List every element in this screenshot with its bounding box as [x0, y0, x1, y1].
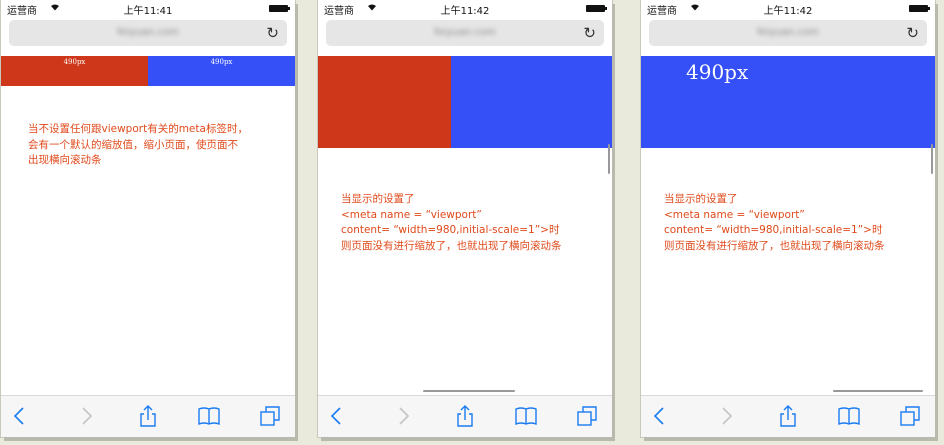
battery-icon	[909, 5, 930, 12]
red-block-label: 490px	[63, 58, 86, 66]
reload-icon[interactable]: ↻	[266, 24, 279, 42]
note-line: content= “width=980,initial-scale=1”>时	[664, 224, 883, 236]
forward-arrow-icon[interactable]	[75, 405, 97, 427]
vertical-scrollbar[interactable]	[608, 144, 610, 174]
forward-arrow-icon[interactable]	[392, 405, 414, 427]
address-bar[interactable]: feiyuan.com ↻	[326, 20, 604, 46]
note-line: content= “width=980,initial-scale=1”>时	[341, 224, 560, 236]
tabs-icon[interactable]	[899, 405, 921, 427]
browser-toolbar	[1, 395, 295, 437]
reload-icon[interactable]: ↻	[906, 24, 919, 42]
url-text[interactable]: feiyuan.com	[326, 27, 604, 38]
battery-icon	[269, 5, 290, 12]
note-line: 会有一个默认的缩放值，缩小页面，使页面不	[28, 138, 238, 151]
tabs-icon[interactable]	[259, 405, 281, 427]
status-bar: 运营商 上午11:41	[1, 0, 295, 17]
blue-block	[451, 56, 612, 148]
battery-icon	[586, 5, 607, 12]
status-bar: 运营商 上午11:42	[641, 0, 935, 17]
bookmarks-icon[interactable]	[198, 405, 220, 427]
note-text: 当显示的设置了 <meta name = “viewport” content=…	[664, 192, 885, 254]
blue-block: 490px	[641, 56, 935, 148]
note-text: 当不设置任何跟viewport有关的meta标签时， 会有一个默认的缩放值，缩小…	[28, 122, 248, 169]
page-viewport: 490px 490px 当不设置任何跟viewport有关的meta标签时， 会…	[1, 56, 295, 396]
phone-screen-1: 运营商 上午11:41 feiyuan.com ↻ 490px 490px 当不…	[1, 0, 295, 437]
url-text[interactable]: feiyuan.com	[649, 27, 927, 38]
note-line: <meta name = “viewport”	[341, 208, 482, 221]
bookmarks-icon[interactable]	[838, 405, 860, 427]
back-arrow-icon[interactable]	[9, 405, 31, 427]
phone-screen-3: 运营商 上午11:42 feiyuan.com ↻ 490px 当显示的设置了 …	[641, 0, 935, 437]
color-bar: 490px	[641, 56, 935, 148]
vertical-scrollbar[interactable]	[931, 144, 933, 174]
bookmarks-icon[interactable]	[515, 405, 537, 427]
note-line: 当显示的设置了	[664, 193, 738, 205]
status-time: 上午11:42	[440, 6, 490, 17]
url-text[interactable]: feiyuan.com	[9, 27, 287, 38]
browser-toolbar	[318, 395, 612, 437]
note-line: 当不设置任何跟viewport有关的meta标签时，	[28, 123, 248, 135]
red-block: 490px	[1, 56, 148, 86]
blue-block-label: 490px	[686, 60, 749, 84]
red-block	[318, 56, 451, 148]
horizontal-scrollbar[interactable]	[833, 390, 923, 392]
note-line: 出现横向滚动条	[28, 154, 102, 166]
note-line: <meta name = “viewport”	[664, 208, 805, 221]
page-viewport: 当显示的设置了 <meta name = “viewport” content=…	[318, 56, 612, 396]
color-bar: 490px 490px	[1, 56, 295, 86]
status-time: 上午11:41	[123, 6, 173, 17]
address-bar[interactable]: feiyuan.com ↻	[9, 20, 287, 46]
browser-toolbar	[641, 395, 935, 437]
reload-icon[interactable]: ↻	[583, 24, 596, 42]
address-bar[interactable]: feiyuan.com ↻	[649, 20, 927, 46]
color-bar	[318, 56, 612, 148]
share-icon[interactable]	[777, 405, 799, 427]
blue-block-label: 490px	[210, 58, 233, 66]
status-time: 上午11:42	[763, 6, 813, 17]
note-text: 当显示的设置了 <meta name = “viewport” content=…	[341, 192, 562, 254]
back-arrow-icon[interactable]	[326, 405, 348, 427]
page-viewport: 490px 当显示的设置了 <meta name = “viewport” co…	[641, 56, 935, 396]
back-arrow-icon[interactable]	[649, 405, 671, 427]
note-line: 当显示的设置了	[341, 193, 415, 205]
note-line: 则页面没有进行缩放了，也就出现了横向滚动条	[341, 239, 562, 252]
status-bar: 运营商 上午11:42	[318, 0, 612, 17]
blue-block: 490px	[148, 56, 295, 86]
share-icon[interactable]	[454, 405, 476, 427]
note-line: 则页面没有进行缩放了，也就出现了横向滚动条	[664, 239, 885, 252]
forward-arrow-icon[interactable]	[715, 405, 737, 427]
share-icon[interactable]	[137, 405, 159, 427]
phone-screen-2: 运营商 上午11:42 feiyuan.com ↻ 当显示的设置了 <meta …	[318, 0, 612, 437]
horizontal-scrollbar[interactable]	[423, 390, 515, 392]
tabs-icon[interactable]	[576, 405, 598, 427]
